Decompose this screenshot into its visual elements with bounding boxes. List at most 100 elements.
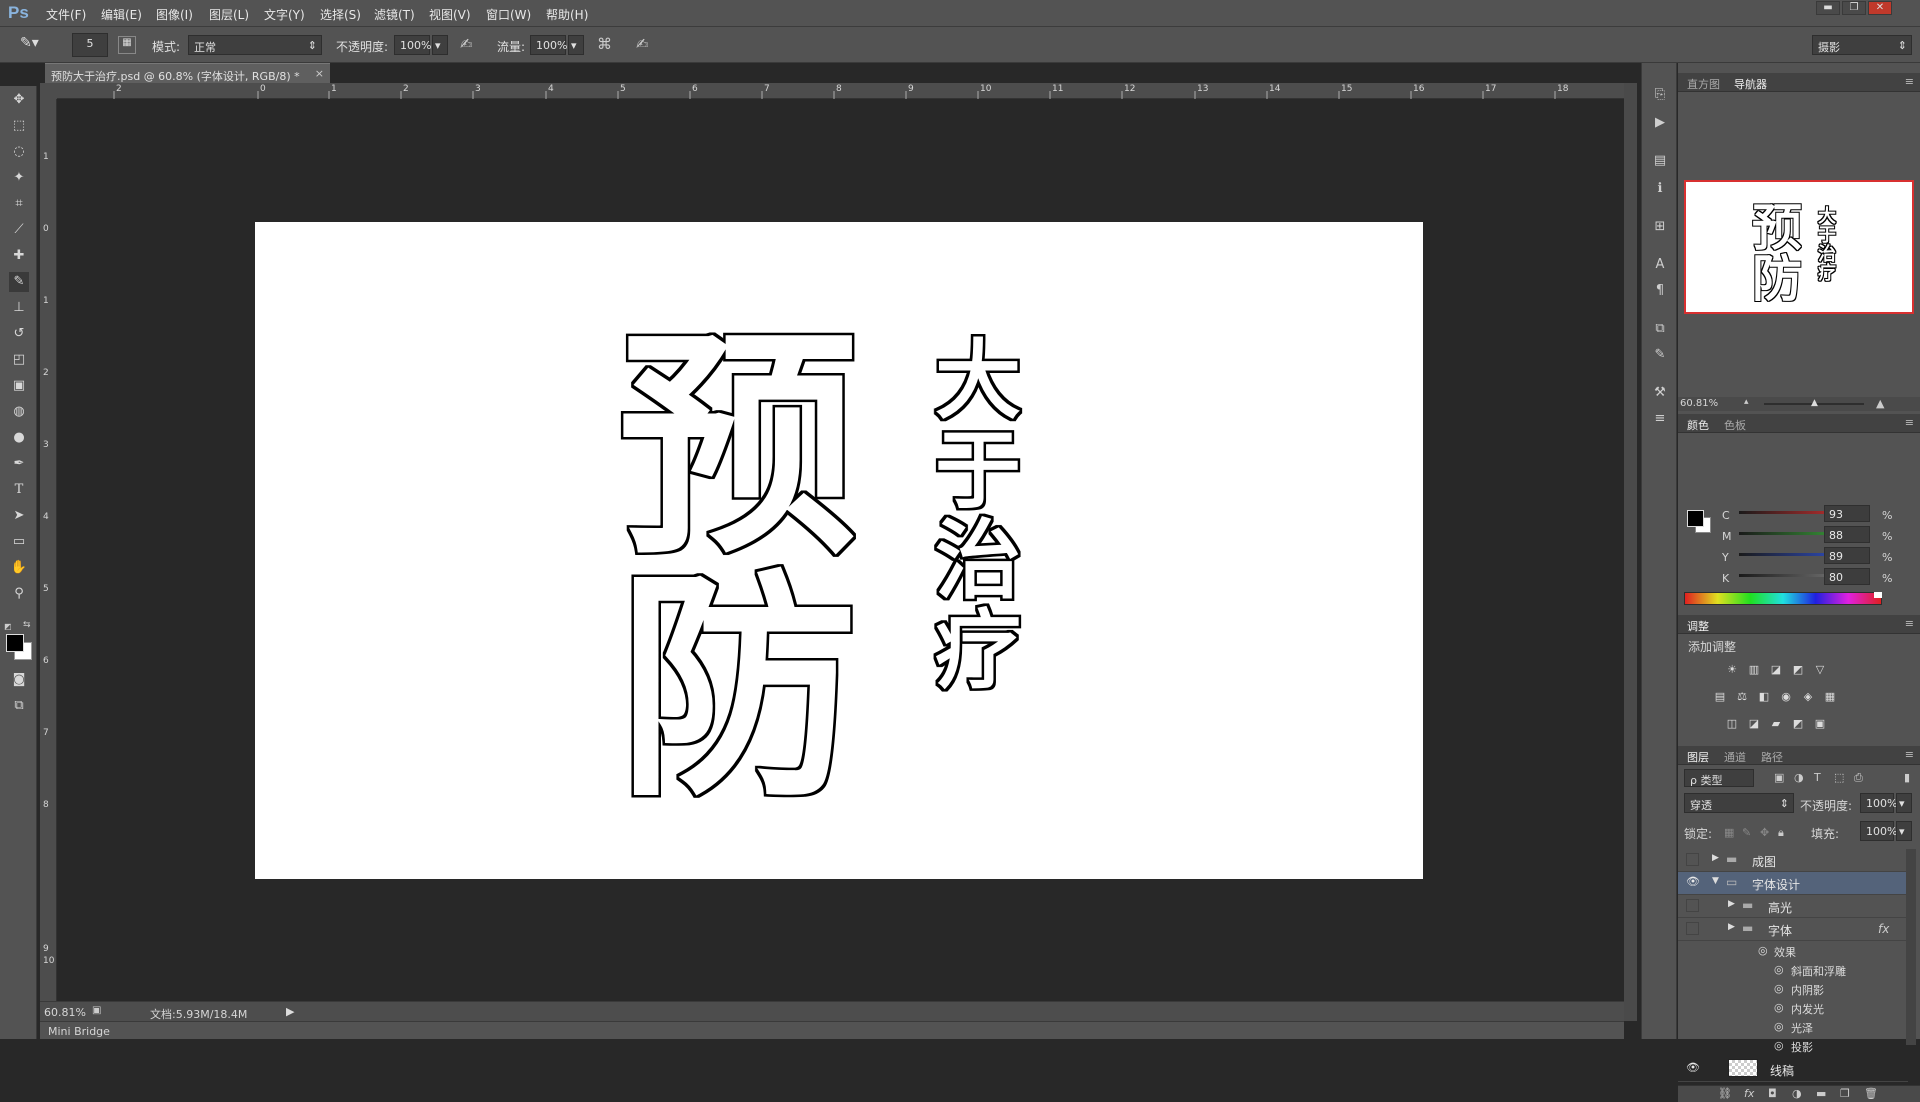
layer-row-selected[interactable]: 👁︎ ▼ ▭ 字体设计 (1678, 872, 1908, 895)
layer-opacity-dropdown[interactable]: ▾ (1896, 793, 1912, 813)
new-adjustment-icon[interactable]: ◑ (1792, 1087, 1802, 1100)
clone-source-icon[interactable]: ⧉ (1650, 319, 1670, 339)
layer-filter-select[interactable]: ρ 类型 (1684, 769, 1754, 787)
rectangle-tool-icon[interactable]: ▭ (9, 532, 29, 552)
panel-menu-icon[interactable]: ≡ (1905, 416, 1914, 429)
expand-arrow-icon[interactable]: ▶ (1712, 853, 1719, 863)
layer-row[interactable]: ▶ ▬ 高光 (1678, 895, 1908, 918)
actions-panel-icon[interactable]: ▶ (1650, 113, 1670, 133)
menu-filter[interactable]: 滤镜(T) (374, 6, 415, 23)
crop-tool-icon[interactable]: ⌗ (9, 194, 29, 214)
layers-scrollbar[interactable] (1906, 849, 1916, 1045)
zoom-slider-thumb-icon[interactable]: ▲ (1811, 398, 1818, 408)
document-tab[interactable]: 预防大于治疗.psd @ 60.8% (字体设计, RGB/8) * × (45, 63, 330, 83)
layer-row[interactable]: 👁︎ 线稿 (1678, 1056, 1908, 1082)
filter-adjustment-icon[interactable]: ◑ (1794, 771, 1804, 784)
zoom-out-icon[interactable]: ▴ (1744, 397, 1749, 407)
channel-input-k[interactable]: 80 (1824, 568, 1870, 585)
add-mask-icon[interactable]: ◘ (1768, 1087, 1777, 1100)
pen-tool-icon[interactable]: ✒ (9, 454, 29, 474)
layer-row[interactable]: ▶ ▬ 成图 (1678, 849, 1908, 872)
levels-adjustment-icon[interactable]: ▥ (1746, 663, 1762, 677)
color-fg-swatch[interactable] (1687, 510, 1704, 527)
screen-mode-icon[interactable]: ⧉ (9, 696, 29, 716)
tab-color[interactable]: 颜色 (1687, 417, 1709, 433)
zoom-tool-icon[interactable]: ⚲ (9, 584, 29, 604)
layer-name[interactable]: 成图 (1752, 853, 1776, 870)
menu-edit[interactable]: 编辑(E) (101, 6, 142, 23)
layer-opacity-input[interactable]: 100% (1860, 793, 1897, 813)
channel-mixer-adjustment-icon[interactable]: ◈ (1800, 690, 1816, 704)
healing-brush-tool-icon[interactable]: ✚ (9, 246, 29, 266)
character-panel-icon[interactable]: A (1650, 255, 1670, 275)
navigator-preview[interactable]: 预 防 大 于 治 疗 (1684, 180, 1914, 314)
restore-button[interactable]: ❐ (1842, 1, 1866, 15)
tab-navigator[interactable]: 导航器 (1734, 76, 1767, 92)
tab-histogram[interactable]: 直方图 (1687, 76, 1720, 92)
effect-inner-shadow[interactable]: 内阴影 (1791, 982, 1824, 998)
layer-name[interactable]: 字体设计 (1752, 876, 1800, 893)
curves-adjustment-icon[interactable]: ◪ (1768, 663, 1784, 677)
lock-transparent-icon[interactable]: ▦ (1724, 826, 1734, 839)
lock-position-icon[interactable]: ✥ (1760, 826, 1769, 839)
menu-help[interactable]: 帮助(H) (546, 6, 588, 23)
vertical-scrollbar[interactable] (1624, 83, 1637, 1021)
move-tool-icon[interactable]: ✥ (9, 90, 29, 110)
default-colors-icon[interactable]: ◩ (4, 622, 12, 631)
effects-eye-icon[interactable]: ◎ (1758, 944, 1768, 957)
info-panel-icon[interactable]: ℹ (1650, 179, 1670, 199)
eye-icon[interactable]: 👁︎ (1686, 875, 1702, 891)
magic-wand-tool-icon[interactable]: ✦ (9, 168, 29, 188)
opacity-input[interactable]: 100% (394, 35, 431, 55)
layer-row[interactable]: ▶ ▬ 字体 fx (1678, 918, 1908, 941)
menu-window[interactable]: 窗口(W) (486, 6, 531, 23)
effect-eye-icon[interactable]: ◎ (1774, 1020, 1784, 1033)
swap-colors-icon[interactable]: ⇆ (23, 620, 31, 630)
effect-eye-icon[interactable]: ◎ (1774, 982, 1784, 995)
path-selection-tool-icon[interactable]: ➤ (9, 506, 29, 526)
visibility-toggle[interactable] (1686, 899, 1699, 912)
fill-input[interactable]: 100% (1860, 821, 1897, 841)
workspace-select[interactable]: 摄影 ⇕ (1812, 35, 1912, 55)
hue-saturation-adjustment-icon[interactable]: ▤ (1712, 690, 1728, 704)
menu-image[interactable]: 图像(I) (156, 6, 193, 23)
layer-comps-icon[interactable]: ▤ (1650, 151, 1670, 171)
channel-input-m[interactable]: 88 (1824, 526, 1870, 543)
brush-size-picker[interactable]: 5 (72, 33, 108, 57)
effect-eye-icon[interactable]: ◎ (1774, 963, 1784, 976)
panel-menu-icon[interactable]: ≡ (1905, 748, 1914, 761)
close-tab-icon[interactable]: × (315, 67, 324, 80)
color-ramp[interactable] (1684, 592, 1882, 605)
minimize-button[interactable]: ▬ (1816, 1, 1840, 15)
black-white-adjustment-icon[interactable]: ◧ (1756, 690, 1772, 704)
hand-tool-icon[interactable]: ✋ (9, 558, 29, 578)
brush-panel-icon[interactable]: ≡ (1650, 409, 1670, 429)
blur-tool-icon[interactable]: ◍ (9, 402, 29, 422)
filter-shape-icon[interactable]: ⬚ (1834, 771, 1844, 784)
tool-presets-icon[interactable]: ⚒ (1650, 383, 1670, 403)
filter-smart-object-icon[interactable]: ⎙ (1854, 771, 1863, 785)
channel-input-y[interactable]: 89 (1824, 547, 1870, 564)
foreground-color-swatch[interactable] (6, 634, 24, 652)
airbrush-icon[interactable]: ⌘ (597, 35, 612, 53)
color-lookup-adjustment-icon[interactable]: ▦ (1822, 690, 1838, 704)
menu-type[interactable]: 文字(Y) (264, 6, 305, 23)
filter-pixel-icon[interactable]: ▣ (1774, 771, 1784, 784)
effect-eye-icon[interactable]: ◎ (1774, 1039, 1784, 1052)
effect-eye-icon[interactable]: ◎ (1774, 1001, 1784, 1014)
mini-bridge-tab[interactable]: Mini Bridge (48, 1025, 110, 1038)
quick-mask-icon[interactable]: ◙ (9, 670, 29, 690)
brightness-adjustment-icon[interactable]: ☀ (1724, 663, 1740, 677)
pressure-size-icon[interactable]: ✍ (636, 35, 649, 53)
threshold-adjustment-icon[interactable]: ▰ (1768, 717, 1784, 731)
panel-menu-icon[interactable]: ≡ (1905, 617, 1914, 630)
menu-layer[interactable]: 图层(L) (209, 6, 249, 23)
color-ramp-white[interactable] (1874, 592, 1882, 598)
flow-input[interactable]: 100% (530, 35, 567, 55)
layer-fx-icon[interactable]: fx (1878, 922, 1889, 936)
filter-type-icon[interactable]: T (1814, 771, 1821, 784)
visibility-toggle[interactable] (1686, 922, 1699, 935)
photo-filter-adjustment-icon[interactable]: ◉ (1778, 690, 1794, 704)
color-balance-adjustment-icon[interactable]: ⚖ (1734, 690, 1750, 704)
layer-name[interactable]: 线稿 (1770, 1062, 1794, 1079)
